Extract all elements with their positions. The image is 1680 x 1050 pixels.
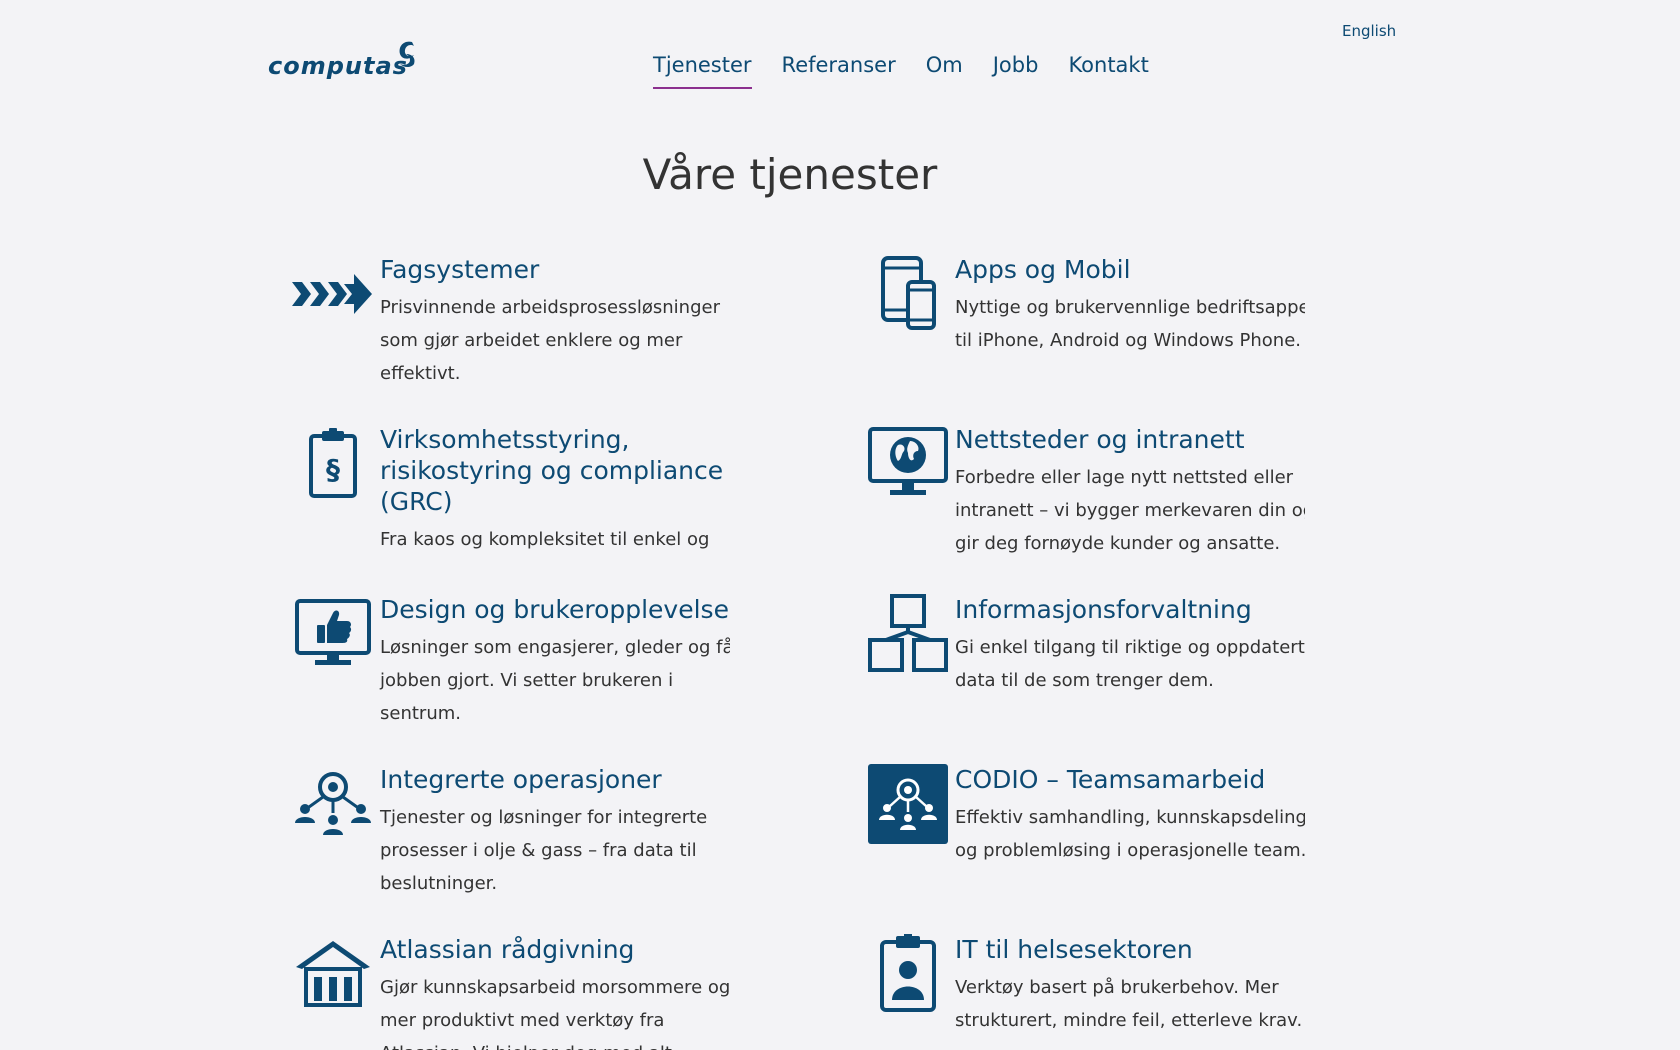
clipboard-paragraph-icon: § <box>290 424 376 504</box>
service-title-link[interactable]: Integrerte operasjoner <box>380 764 730 795</box>
page-title: Våre tjenester <box>642 150 938 199</box>
service-grc: § Virksomhetsstyring, risikostyring og c… <box>290 424 730 562</box>
nav-item-jobb[interactable]: Jobb <box>993 52 1039 89</box>
service-design: Design og brukeropplevelse Løsninger som… <box>290 594 730 732</box>
service-title-link[interactable]: Fagsystemer <box>380 254 730 285</box>
service-description: Fra kaos og kompleksitet til enkel og st… <box>380 529 710 550</box>
service-description: Tjenester og løsninger for integrerte pr… <box>380 807 708 894</box>
globe-monitor-icon <box>865 424 951 504</box>
nav-item-referanser[interactable]: Referanser <box>782 52 896 89</box>
service-fagsystemer: Fagsystemer Prisvinnende arbeidsprosessl… <box>290 254 730 392</box>
logo-text: computas <box>268 52 408 80</box>
service-codio: CODIO – Teamsamarbeid Effektiv samhandli… <box>865 764 1305 902</box>
service-description: Verktøy basert på brukerbehov. Mer struk… <box>955 977 1303 1031</box>
site-header: computas English Tjenester Referanser Om… <box>0 0 1680 110</box>
service-description: Nyttige og brukervennlige bedriftsapper … <box>955 297 1305 351</box>
service-integrerte-operasjoner: Integrerte operasjoner Tjenester og løsn… <box>290 764 730 902</box>
service-nettsteder: Nettsteder og intranett Forbedre eller l… <box>865 424 1305 562</box>
service-informasjonsforvaltning: Informasjonsforvaltning Gi enkel tilgang… <box>865 594 1305 732</box>
service-title-link[interactable]: IT til helsesektoren <box>955 934 1305 965</box>
network-people-icon <box>290 764 376 844</box>
service-title-link[interactable]: CODIO – Teamsamarbeid <box>955 764 1305 795</box>
badge-person-icon <box>865 934 951 1014</box>
logo-swirl-icon <box>399 41 415 67</box>
main-nav: Tjenester Referanser Om Jobb Kontakt <box>653 52 1179 89</box>
team-box-icon <box>865 764 951 844</box>
service-description: Løsninger som engasjerer, gleder og får … <box>380 637 730 724</box>
service-description: Gjør kunnskapsarbeid morsommere og mer p… <box>380 977 730 1050</box>
arrows-right-icon <box>290 254 376 334</box>
thumbs-up-monitor-icon <box>290 594 376 674</box>
hierarchy-icon <box>865 594 951 674</box>
service-title-link[interactable]: Apps og Mobil <box>955 254 1305 285</box>
language-link-english[interactable]: English <box>1342 22 1396 40</box>
service-title-link[interactable]: Nettsteder og intranett <box>955 424 1305 455</box>
nav-item-tjenester[interactable]: Tjenester <box>653 52 752 89</box>
service-title-link[interactable]: Informasjonsforvaltning <box>955 594 1305 625</box>
svg-text:§: § <box>326 453 340 486</box>
service-description: Prisvinnende arbeidsprosessløsninger som… <box>380 297 720 384</box>
service-it-helsesektoren: IT til helsesektoren Verktøy basert på b… <box>865 934 1305 1050</box>
service-apps-og-mobil: Apps og Mobil Nyttige og brukervennlige … <box>865 254 1305 392</box>
service-title-link[interactable]: Virksomhetsstyring, risikostyring og com… <box>380 424 730 517</box>
nav-item-om[interactable]: Om <box>926 52 963 89</box>
service-atlassian: Atlassian rådgivning Gjør kunnskapsarbei… <box>290 934 730 1050</box>
computas-logo[interactable]: computas <box>268 38 420 88</box>
devices-icon <box>865 254 951 334</box>
service-description: Forbedre eller lage nytt nettsted eller … <box>955 467 1305 554</box>
service-title-link[interactable]: Atlassian rådgivning <box>380 934 730 965</box>
service-title-link[interactable]: Design og brukeropplevelse <box>380 594 730 625</box>
service-description: Gi enkel tilgang til riktige og oppdater… <box>955 637 1305 691</box>
nav-item-kontakt[interactable]: Kontakt <box>1068 52 1148 89</box>
service-description: Effektiv samhandling, kunnskapsdeling og… <box>955 807 1305 861</box>
building-icon <box>290 934 376 1014</box>
